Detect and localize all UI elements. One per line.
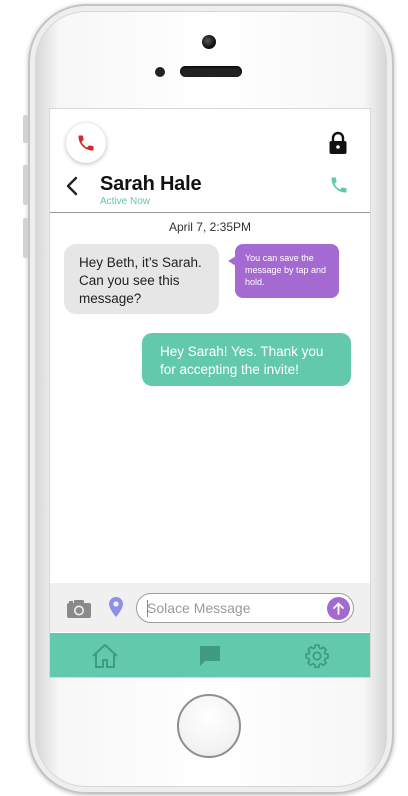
location-pin-icon[interactable] xyxy=(109,597,123,617)
chat-icon xyxy=(200,646,220,666)
tab-messages[interactable] xyxy=(195,641,225,671)
message-timestamp: April 7, 2:35PM xyxy=(168,220,252,234)
gear-icon xyxy=(305,644,329,669)
side-button-mute xyxy=(23,115,28,143)
side-button-volume-down xyxy=(23,218,28,258)
incoming-message-bubble[interactable]: Hey Beth, it’s Sarah. Can you see this m… xyxy=(64,244,219,314)
phone-icon[interactable] xyxy=(329,175,349,195)
send-button[interactable] xyxy=(327,597,350,620)
save-message-tooltip: You can save the message by tap and hold… xyxy=(235,244,339,298)
chevron-left-icon[interactable] xyxy=(66,176,78,196)
earpiece-speaker xyxy=(180,66,242,77)
home-button[interactable] xyxy=(177,694,241,758)
emergency-call-button[interactable] xyxy=(66,123,106,163)
front-camera xyxy=(202,35,216,49)
home-icon xyxy=(92,644,118,668)
tab-home[interactable] xyxy=(90,641,120,671)
camera-icon[interactable] xyxy=(66,599,92,619)
bottom-tab-bar xyxy=(50,633,370,677)
text-cursor xyxy=(147,600,148,617)
arrow-up-icon xyxy=(333,602,344,615)
message-input[interactable] xyxy=(136,593,354,623)
phone-red-icon xyxy=(78,135,94,151)
proximity-sensor xyxy=(155,67,165,77)
side-button-volume-up xyxy=(23,165,28,205)
lock-icon[interactable] xyxy=(328,131,348,155)
chat-screen: Sarah Hale Active Now April 7, 2:35PM He… xyxy=(49,108,371,678)
contact-name: Sarah Hale xyxy=(100,173,202,195)
tab-settings[interactable] xyxy=(302,641,332,671)
header-divider xyxy=(50,212,370,213)
contact-status: Active Now xyxy=(100,196,151,207)
outgoing-message-bubble[interactable]: Hey Sarah! Yes. Thank you for accepting … xyxy=(142,333,351,386)
